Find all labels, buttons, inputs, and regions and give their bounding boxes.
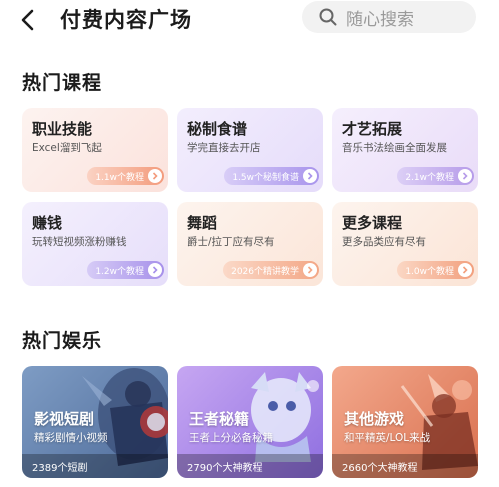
ent-count: 2389个短剧 — [32, 462, 88, 474]
section-title-entertainment: 热门娱乐 — [22, 330, 103, 352]
course-count-pill: 1.0w个教程 — [397, 261, 474, 279]
course-card-dance[interactable]: 舞蹈 爵士/拉丁应有尽有 2026个精讲教学 — [177, 202, 323, 286]
ent-card-short-drama[interactable]: 影视短剧 精彩剧情小视频 2389个短剧 — [22, 366, 168, 478]
course-title: 舞蹈 — [187, 214, 218, 232]
chevron-right-icon — [303, 169, 317, 183]
ent-subtitle: 和平精英/LOL来战 — [344, 432, 431, 444]
section-title-courses: 热门课程 — [22, 72, 103, 94]
course-count-pill: 2.1w个教程 — [397, 167, 474, 185]
ent-title: 王者秘籍 — [189, 410, 250, 428]
chevron-right-icon — [458, 263, 472, 277]
course-count-pill: 2026个精讲教学 — [223, 261, 319, 279]
chevron-right-icon — [303, 263, 317, 277]
course-count-pill: 1.2w个教程 — [87, 261, 164, 279]
course-title: 秘制食谱 — [187, 120, 248, 138]
course-card-make-money[interactable]: 赚钱 玩转短视频涨粉赚钱 1.2w个教程 — [22, 202, 168, 286]
chevron-right-icon — [148, 263, 162, 277]
ent-title: 影视短剧 — [34, 410, 95, 428]
ent-card-king-guide[interactable]: 王者秘籍 王者上分必备秘籍 2790个大神教程 — [177, 366, 323, 478]
course-count: 2.1w个教程 — [405, 172, 454, 183]
course-title: 赚钱 — [32, 214, 63, 232]
course-subtitle: 更多品类应有尽有 — [342, 236, 426, 248]
course-count: 1.5w个秘制食谱 — [232, 172, 299, 183]
ent-count: 2790个大神教程 — [187, 462, 263, 474]
course-count: 1.0w个教程 — [405, 266, 454, 277]
back-button[interactable] — [10, 6, 44, 34]
course-subtitle: 爵士/拉丁应有尽有 — [187, 236, 275, 248]
course-subtitle: 音乐书法绘画全面发展 — [342, 142, 447, 154]
course-title: 才艺拓展 — [342, 120, 403, 138]
ent-count-bar: 2790个大神教程 — [177, 454, 323, 478]
course-card-recipes[interactable]: 秘制食谱 学完直接去开店 1.5w个秘制食谱 — [177, 108, 323, 192]
course-title: 更多课程 — [342, 214, 403, 232]
course-card-career-skills[interactable]: 职业技能 Excel溜到飞起 1.1w个教程 — [22, 108, 168, 192]
header: 付费内容广场 随心搜索 — [0, 0, 499, 44]
course-count: 2026个精讲教学 — [231, 266, 299, 277]
chevron-right-icon — [458, 169, 472, 183]
search-placeholder: 随心搜索 — [346, 9, 414, 30]
ent-count-bar: 2389个短剧 — [22, 454, 168, 478]
course-count-pill: 1.5w个秘制食谱 — [224, 167, 319, 185]
course-card-talent[interactable]: 才艺拓展 音乐书法绘画全面发展 2.1w个教程 — [332, 108, 478, 192]
page-title: 付费内容广场 — [60, 8, 192, 32]
search-input[interactable]: 随心搜索 — [302, 1, 476, 33]
course-subtitle: 学完直接去开店 — [187, 142, 261, 154]
course-count: 1.2w个教程 — [95, 266, 144, 277]
chevron-right-icon — [148, 169, 162, 183]
course-subtitle: 玩转短视频涨粉赚钱 — [32, 236, 127, 248]
course-count: 1.1w个教程 — [95, 172, 144, 183]
ent-subtitle: 王者上分必备秘籍 — [189, 432, 273, 444]
paid-content-page: 付费内容广场 随心搜索 热门课程 职业技能 Excel溜到飞起 1.1w个教程 … — [0, 0, 499, 487]
course-subtitle: Excel溜到飞起 — [32, 142, 102, 154]
course-title: 职业技能 — [32, 120, 93, 138]
ent-subtitle: 精彩剧情小视频 — [34, 432, 108, 444]
course-count-pill: 1.1w个教程 — [87, 167, 164, 185]
ent-count-bar: 2660个大神教程 — [332, 454, 478, 478]
search-icon — [318, 7, 338, 27]
ent-count: 2660个大神教程 — [342, 462, 418, 474]
course-card-more[interactable]: 更多课程 更多品类应有尽有 1.0w个教程 — [332, 202, 478, 286]
chevron-left-icon — [21, 9, 34, 31]
ent-card-other-games[interactable]: 其他游戏 和平精英/LOL来战 2660个大神教程 — [332, 366, 478, 478]
ent-title: 其他游戏 — [344, 410, 405, 428]
